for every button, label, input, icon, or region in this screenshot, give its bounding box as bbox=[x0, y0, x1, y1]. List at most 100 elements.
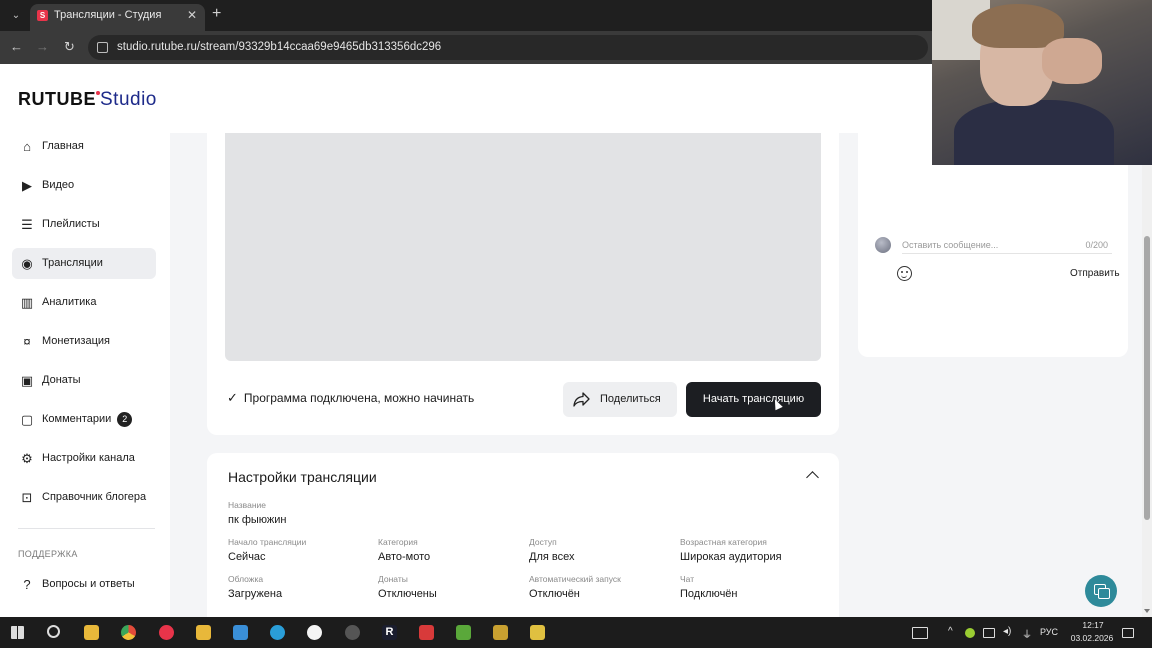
scroll-thumb[interactable] bbox=[1144, 236, 1150, 520]
tab-search-icon[interactable]: ⌄ bbox=[6, 6, 26, 26]
field-chat: Чат Подключён bbox=[680, 574, 738, 600]
clock-time[interactable]: 12:17 bbox=[1075, 620, 1111, 630]
field-value: Подключён bbox=[680, 588, 738, 600]
field-label: Автоматический запуск bbox=[529, 574, 621, 584]
notifications-icon[interactable] bbox=[1122, 628, 1134, 638]
url-text: studio.rutube.ru/stream/93329b14ccaa69e9… bbox=[117, 41, 442, 53]
support-chat-button[interactable] bbox=[1085, 575, 1117, 607]
microphone-icon[interactable]: ⏚ bbox=[1022, 626, 1032, 641]
analytics-icon: ▥ bbox=[20, 295, 34, 310]
network-icon[interactable] bbox=[983, 628, 995, 638]
home-icon: ⌂ bbox=[23, 139, 31, 154]
sidebar-item-label: Монетизация bbox=[42, 335, 110, 347]
app-icon[interactable] bbox=[196, 625, 211, 640]
webcam-person-hand bbox=[1042, 38, 1102, 84]
forward-arrow-icon[interactable]: → bbox=[36, 39, 49, 54]
start-menu-icon[interactable] bbox=[11, 626, 24, 639]
avatar bbox=[875, 237, 891, 253]
emoji-icon[interactable] bbox=[897, 266, 912, 281]
sidebar-item-comments[interactable]: ▢ Комментарии 2 bbox=[12, 404, 156, 435]
sidebar-item-label: Настройки канала bbox=[42, 452, 135, 464]
search-icon[interactable] bbox=[47, 625, 60, 638]
comments-count-badge: 2 bbox=[117, 411, 133, 427]
rutube-app-icon[interactable]: R bbox=[382, 625, 397, 640]
chrome-icon[interactable] bbox=[121, 625, 136, 640]
broadcast-icon: ◉ bbox=[21, 256, 33, 271]
yandex-icon[interactable] bbox=[159, 625, 174, 640]
back-arrow-icon[interactable]: ← bbox=[10, 39, 23, 54]
sidebar-item-playlists[interactable]: ☰ Плейлисты bbox=[12, 209, 156, 240]
rutube-studio-logo[interactable]: RUTUBE Studio bbox=[18, 89, 157, 111]
stream-preview-video[interactable] bbox=[225, 133, 821, 361]
new-tab-icon[interactable]: + bbox=[212, 5, 221, 23]
sidebar: ⌂ Главная ▶ Видео ☰ Плейлисты ◉ Трансляц… bbox=[0, 133, 170, 617]
app-icon[interactable] bbox=[530, 625, 545, 640]
start-broadcast-label: Начать трансляцию bbox=[702, 393, 805, 405]
minecraft-icon[interactable] bbox=[456, 625, 471, 640]
sidebar-item-channel-settings[interactable]: ⚙ Настройки канала bbox=[12, 443, 156, 474]
field-label: Обложка bbox=[228, 574, 264, 584]
address-bar[interactable]: studio.rutube.ru/stream/93329b14ccaa69e9… bbox=[88, 35, 928, 60]
file-explorer-icon[interactable] bbox=[84, 625, 99, 640]
sidebar-divider bbox=[18, 528, 155, 529]
sidebar-item-blogger-handbook[interactable]: ⊡ Справочник блогера bbox=[12, 482, 156, 513]
yandex-browser-icon[interactable] bbox=[307, 625, 322, 640]
logo-brand: RUTUBE bbox=[18, 89, 96, 109]
webcam-person-body bbox=[954, 100, 1114, 165]
playlist-icon: ☰ bbox=[21, 217, 33, 232]
obs-icon[interactable] bbox=[345, 625, 360, 640]
field-autostart: Автоматический запуск Отключён bbox=[529, 574, 621, 600]
sidebar-item-label: Трансляции bbox=[42, 257, 103, 269]
app-icon[interactable] bbox=[233, 625, 248, 640]
chat-placeholder: Оставить сообщение... bbox=[902, 240, 999, 250]
reload-icon[interactable]: ↻ bbox=[64, 39, 75, 55]
chat-char-counter: 0/200 bbox=[1085, 240, 1108, 250]
language-indicator[interactable]: РУС bbox=[1040, 627, 1058, 637]
rutube-favicon-icon: S bbox=[37, 10, 48, 21]
status-text: Программа подключена, можно начинать bbox=[243, 391, 475, 405]
share-button[interactable]: Поделиться bbox=[563, 382, 677, 417]
sidebar-item-faq[interactable]: ? Вопросы и ответы bbox=[12, 569, 156, 600]
sidebar-item-broadcasts[interactable]: ◉ Трансляции bbox=[12, 248, 156, 279]
tray-app-icon[interactable] bbox=[965, 628, 975, 638]
browser-tab[interactable]: S Трансляции - Студия RUTUBE ✕ bbox=[30, 4, 205, 44]
sidebar-item-donations[interactable]: ▣ Донаты bbox=[12, 365, 156, 396]
field-value: пк фыюжин bbox=[228, 514, 287, 526]
sidebar-item-label: Комментарии bbox=[42, 413, 112, 425]
broadcast-settings-card: Настройки трансляции Название пк фыюжин … bbox=[207, 453, 839, 617]
tray-chevron-up-icon[interactable]: ^ bbox=[948, 626, 953, 637]
app-icon[interactable] bbox=[419, 625, 434, 640]
sidebar-item-home[interactable]: ⌂ Главная bbox=[12, 131, 156, 162]
scroll-down-icon[interactable] bbox=[1144, 609, 1150, 613]
keyboard-icon[interactable] bbox=[912, 627, 928, 639]
start-broadcast-button[interactable]: Начать трансляцию bbox=[686, 382, 821, 417]
sidebar-item-label: Плейлисты bbox=[42, 218, 100, 230]
field-label: Чат bbox=[680, 574, 695, 584]
logo-product: Studio bbox=[100, 89, 157, 110]
sidebar-item-video[interactable]: ▶ Видео bbox=[12, 170, 156, 201]
handbook-icon: ⊡ bbox=[21, 490, 33, 505]
sidebar-item-analytics[interactable]: ▥ Аналитика bbox=[12, 287, 156, 318]
field-value: Загружена bbox=[228, 588, 283, 600]
connection-status: ✓ Программа подключена, можно начинать bbox=[227, 390, 474, 406]
close-icon[interactable]: ✕ bbox=[187, 4, 197, 27]
settings-title: Настройки трансляции bbox=[228, 469, 377, 485]
field-access: Доступ Для всех bbox=[529, 537, 574, 563]
app-icon[interactable] bbox=[493, 625, 508, 640]
chevron-up-icon[interactable] bbox=[806, 471, 819, 484]
volume-icon[interactable]: ◂) bbox=[1003, 626, 1011, 637]
sidebar-item-label: Справочник блогера bbox=[42, 491, 147, 503]
field-value: Сейчас bbox=[228, 551, 266, 563]
site-settings-icon[interactable] bbox=[97, 42, 108, 53]
field-label: Категория bbox=[378, 537, 418, 547]
field-category: Категория Авто-мото bbox=[378, 537, 430, 563]
clock-date[interactable]: 03.02.2026 bbox=[1063, 633, 1121, 643]
help-icon: ? bbox=[23, 577, 31, 592]
sidebar-item-monetization[interactable]: ¤ Монетизация bbox=[12, 326, 156, 357]
chat-message-input[interactable]: Оставить сообщение... 0/200 bbox=[902, 236, 1112, 254]
chat-send-button[interactable]: Отправить bbox=[1070, 268, 1120, 279]
edge-icon[interactable] bbox=[270, 625, 285, 640]
field-value: Для всех bbox=[529, 551, 575, 563]
sidebar-item-label: Видео bbox=[42, 179, 75, 191]
sidebar-section-support: ПОДДЕРЖКА bbox=[18, 549, 78, 559]
